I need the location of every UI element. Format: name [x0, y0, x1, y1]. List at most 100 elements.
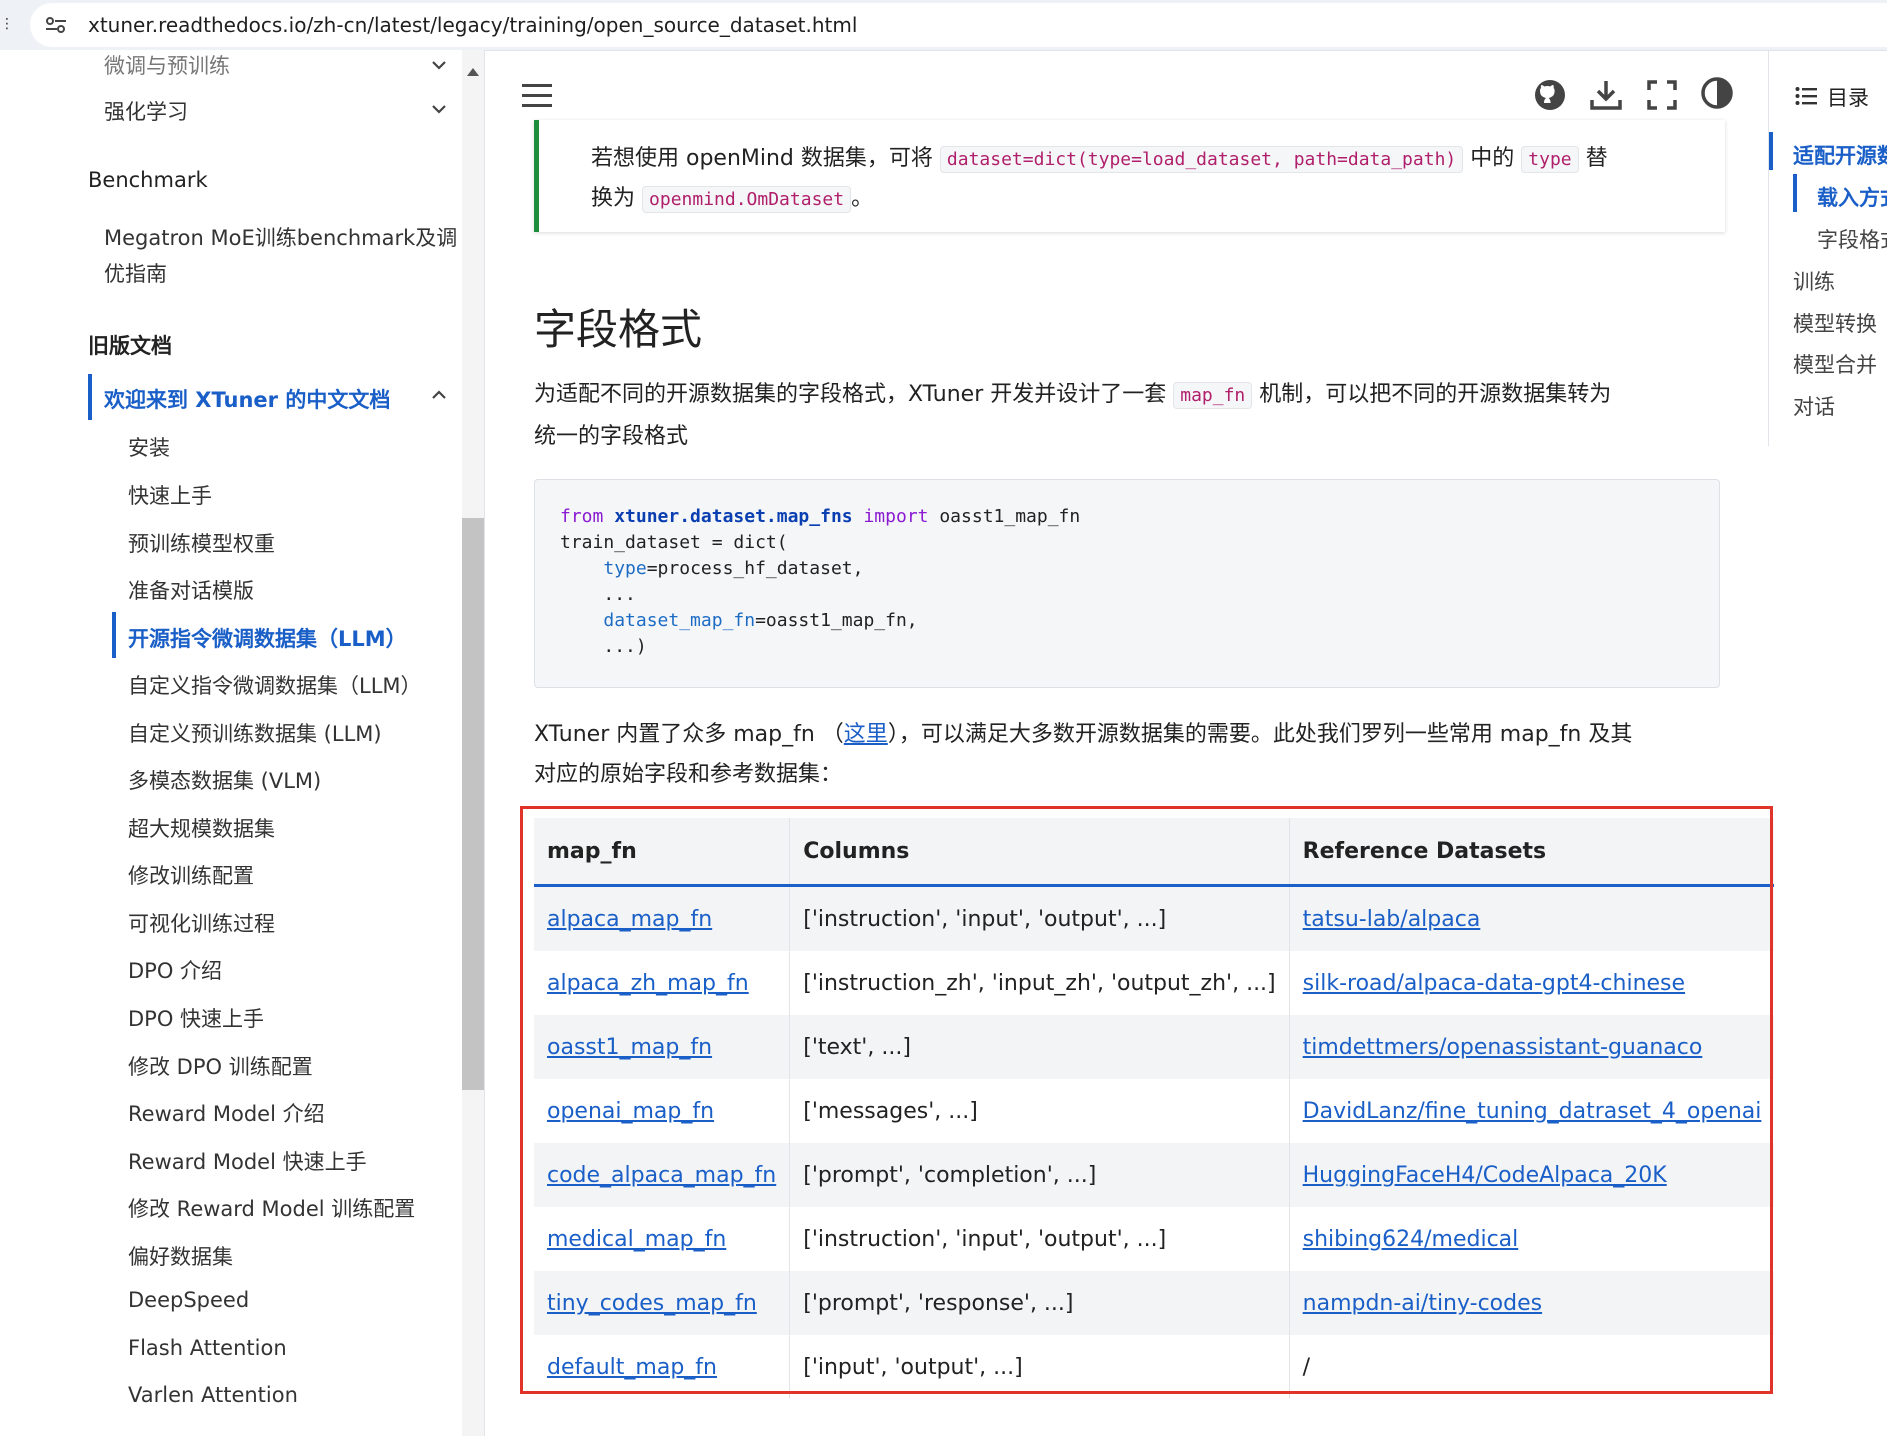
- inline-code-map-fn: map_fn: [1173, 382, 1253, 409]
- paragraph-intro-line-1: 为适配不同的开源数据集的字段格式，XTuner 开发并设计了一套 map_fn …: [534, 382, 1612, 409]
- toc-item-convert[interactable]: 模型转换: [1793, 308, 1877, 338]
- left-sidebar: 微调与预训练 强化学习 Benchmark Megatron MoE训练benc…: [0, 50, 462, 1436]
- dataset-link[interactable]: timdettmers/openassistant-guanaco: [1303, 1035, 1703, 1060]
- sidebar-item-preference[interactable]: 偏好数据集: [128, 1241, 233, 1271]
- table-row: oasst1_map_fn ['text', ...] timdettmers/…: [534, 1015, 1775, 1079]
- table-cell-reference: DavidLanz/fine_tuning_datraset_4_openai: [1288, 1079, 1775, 1143]
- sidebar-item-megatron-cont[interactable]: 优指南: [104, 258, 167, 288]
- table-cell-map-fn: alpaca_map_fn: [534, 885, 790, 951]
- table-header-columns: Columns: [789, 818, 1290, 887]
- table-cell-columns: ['prompt', 'response', ...]: [789, 1271, 1290, 1335]
- note-line-2: 换为 openmind.OmDataset。: [591, 186, 874, 213]
- menu-icon[interactable]: [522, 83, 552, 109]
- browser-address-bar: ⋮ xtuner.readthedocs.io/zh-cn/latest/leg…: [0, 0, 1887, 51]
- map-fn-link[interactable]: default_map_fn: [547, 1355, 717, 1380]
- github-icon[interactable]: [1533, 78, 1567, 112]
- inline-code-type: type: [1521, 146, 1579, 173]
- dataset-link[interactable]: nampdn-ai/tiny-codes: [1303, 1291, 1542, 1316]
- toc-item-adapt[interactable]: 适配开源数: [1793, 140, 1887, 170]
- toc-item-field-format[interactable]: 字段格式: [1817, 224, 1887, 254]
- map-fn-link[interactable]: oasst1_map_fn: [547, 1035, 712, 1060]
- paragraph-builtin-line-2: 对应的原始字段和参考数据集：: [534, 762, 843, 787]
- sidebar-item-rl[interactable]: 强化学习: [104, 96, 188, 126]
- sidebar-item-rm-config[interactable]: 修改 Reward Model 训练配置: [128, 1193, 415, 1223]
- map-fn-link[interactable]: code_alpaca_map_fn: [547, 1163, 776, 1188]
- toc-active-bar: [1769, 132, 1773, 170]
- sidebar-item-deepspeed[interactable]: DeepSpeed: [128, 1288, 249, 1312]
- sidebar-item-chat-template[interactable]: 准备对话模版: [128, 575, 254, 605]
- sidebar-item-welcome[interactable]: 欢迎来到 XTuner 的中文文档: [104, 384, 390, 414]
- table-row: tiny_codes_map_fn ['prompt', 'response',…: [534, 1271, 1775, 1335]
- dataset-link[interactable]: DavidLanz/fine_tuning_datraset_4_openai: [1303, 1099, 1762, 1124]
- table-cell-columns: ['text', ...]: [789, 1015, 1290, 1079]
- table-cell-columns: ['instruction', 'input', 'output', ...]: [789, 885, 1290, 951]
- table-cell-map-fn: alpaca_zh_map_fn: [534, 951, 790, 1015]
- site-settings-icon[interactable]: [44, 15, 68, 35]
- map-fn-link[interactable]: tiny_codes_map_fn: [547, 1291, 757, 1316]
- table-cell-reference: nampdn-ai/tiny-codes: [1288, 1271, 1775, 1335]
- dataset-link[interactable]: HuggingFaceH4/CodeAlpaca_20K: [1303, 1163, 1667, 1188]
- fullscreen-icon[interactable]: [1645, 78, 1679, 112]
- address-field[interactable]: xtuner.readthedocs.io/zh-cn/latest/legac…: [30, 3, 1887, 47]
- sidebar-item-install[interactable]: 安装: [128, 432, 170, 462]
- chevron-up-icon[interactable]: [428, 384, 450, 406]
- map-fn-link[interactable]: alpaca_zh_map_fn: [547, 971, 749, 996]
- table-header-reference: Reference Datasets: [1288, 818, 1775, 887]
- code-line-3: type=process_hf_dataset,: [603, 558, 864, 579]
- table-cell-map-fn: openai_map_fn: [534, 1079, 790, 1143]
- paragraph-intro-line-2: 统一的字段格式: [534, 424, 689, 449]
- url-text[interactable]: xtuner.readthedocs.io/zh-cn/latest/legac…: [88, 13, 857, 37]
- sidebar-item-multimodal[interactable]: 多模态数据集 (VLM): [128, 765, 321, 795]
- sidebar-item-custom-pretrain[interactable]: 自定义预训练数据集 (LLM): [128, 718, 382, 748]
- dataset-link[interactable]: silk-road/alpaca-data-gpt4-chinese: [1303, 971, 1685, 996]
- map-fn-link[interactable]: medical_map_fn: [547, 1227, 726, 1252]
- toc-item-merge[interactable]: 模型合并: [1793, 349, 1877, 379]
- theme-toggle-icon[interactable]: [1700, 76, 1734, 110]
- map-fn-link[interactable]: alpaca_map_fn: [547, 907, 712, 932]
- toc-title: 目录: [1827, 86, 1869, 110]
- table-row: code_alpaca_map_fn ['prompt', 'completio…: [534, 1143, 1775, 1207]
- sidebar-scrollbar-thumb[interactable]: [462, 518, 484, 1090]
- inline-code-dataset: dataset=dict(type=load_dataset, path=dat…: [939, 146, 1464, 173]
- chevron-down-icon[interactable]: [428, 98, 450, 120]
- dataset-link[interactable]: shibing624/medical: [1303, 1227, 1519, 1252]
- sidebar-item-visualize[interactable]: 可视化训练过程: [128, 908, 275, 938]
- table-row: openai_map_fn ['messages', ...] DavidLan…: [534, 1079, 1775, 1143]
- scroll-up-arrow-icon[interactable]: [467, 68, 479, 76]
- dataset-link[interactable]: tatsu-lab/alpaca: [1303, 907, 1481, 932]
- sidebar-item-rm-quickstart[interactable]: Reward Model 快速上手: [128, 1146, 367, 1176]
- map-fn-table: map_fn Columns Reference Datasets alpaca…: [534, 818, 1775, 1399]
- sidebar-item-megatron[interactable]: Megatron MoE训练benchmark及调: [104, 222, 457, 252]
- sidebar-item-dpo-quickstart[interactable]: DPO 快速上手: [128, 1003, 264, 1033]
- download-icon[interactable]: [1589, 78, 1623, 112]
- toc-item-chat[interactable]: 对话: [1793, 391, 1835, 421]
- toc-item-train[interactable]: 训练: [1793, 266, 1835, 296]
- table-cell-columns: ['input', 'output', ...]: [789, 1335, 1290, 1399]
- toc-sub-active-bar: [1793, 174, 1797, 212]
- chevron-down-icon[interactable]: [428, 54, 450, 76]
- sidebar-item-dpo-intro[interactable]: DPO 介绍: [128, 955, 222, 985]
- table-cell-map-fn: default_map_fn: [534, 1335, 790, 1399]
- table-row: alpaca_map_fn ['instruction', 'input', '…: [534, 885, 1775, 951]
- sidebar-item-quickstart[interactable]: 快速上手: [128, 480, 212, 510]
- sidebar-current-bar: [112, 612, 116, 658]
- table-cell-reference: tatsu-lab/alpaca: [1288, 885, 1775, 951]
- toc-item-load[interactable]: 载入方式: [1817, 182, 1887, 212]
- browser-edge-mark: ⋮: [0, 16, 14, 32]
- sidebar-item-custom-sft[interactable]: 自定义指令微调数据集（LLM）: [128, 670, 422, 700]
- sidebar-heading-benchmark: Benchmark: [88, 168, 208, 192]
- map-fn-link[interactable]: openai_map_fn: [547, 1099, 714, 1124]
- code-line-4: ...: [603, 584, 636, 605]
- link-here[interactable]: 这里: [844, 722, 888, 747]
- sidebar-item-rm-intro[interactable]: Reward Model 介绍: [128, 1098, 325, 1128]
- sidebar-item-weights[interactable]: 预训练模型权重: [128, 528, 275, 558]
- sidebar-item-modify-config[interactable]: 修改训练配置: [128, 860, 254, 890]
- sidebar-item-flash-attention[interactable]: Flash Attention: [128, 1336, 287, 1360]
- list-icon: [1795, 87, 1817, 105]
- sidebar-item-dpo-config[interactable]: 修改 DPO 训练配置: [128, 1051, 313, 1081]
- code-line-1: from xtuner.dataset.map_fns import oasst…: [560, 506, 1081, 527]
- sidebar-item-varlen-attention[interactable]: Varlen Attention: [128, 1383, 298, 1407]
- sidebar-item-large-dataset[interactable]: 超大规模数据集: [128, 813, 275, 843]
- sidebar-item-open-source-dataset[interactable]: 开源指令微调数据集（LLM）: [128, 623, 407, 653]
- sidebar-item-finetune[interactable]: 微调与预训练: [104, 50, 230, 80]
